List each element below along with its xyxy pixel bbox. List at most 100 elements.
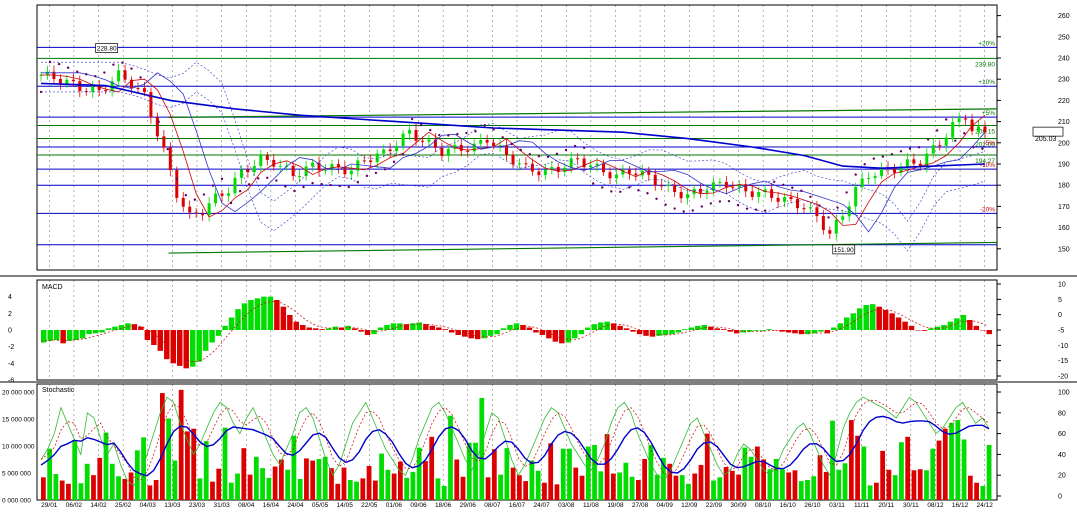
- volume-bar: [316, 458, 322, 500]
- volume-bar: [836, 469, 842, 500]
- candle-body: [938, 145, 942, 147]
- volume-bar: [398, 461, 403, 500]
- x-tick-label: 08/07: [484, 502, 501, 509]
- candle-body: [873, 175, 877, 179]
- volume-bar: [554, 484, 560, 500]
- sar-dot: [465, 131, 468, 135]
- volume-bar: [260, 468, 265, 500]
- sar-dot: [401, 153, 405, 156]
- volume-bar: [936, 440, 942, 500]
- sar-dot: [646, 192, 649, 195]
- level-value-label: 239.80: [975, 61, 995, 68]
- sar-dot: [673, 207, 676, 210]
- x-tick-label: 22/05: [361, 502, 378, 509]
- macd-histogram-bar: [669, 330, 675, 335]
- macd-histogram-bar: [274, 300, 280, 330]
- sar-dot: [356, 180, 360, 184]
- candle-body: [757, 192, 761, 197]
- sar-dot: [66, 66, 70, 69]
- candle-body: [440, 147, 444, 156]
- macd-histogram-bar: [79, 330, 86, 339]
- sar-dot: [392, 160, 396, 164]
- volume-bar: [473, 442, 478, 500]
- macd-histogram-bar: [986, 330, 992, 335]
- candle-body: [530, 163, 534, 172]
- volume-bar: [773, 458, 779, 500]
- sar-dot: [637, 189, 640, 192]
- candle-body: [783, 196, 787, 202]
- sar-dot: [899, 150, 903, 153]
- macd-histogram-bar: [449, 330, 455, 333]
- sar-dot: [700, 205, 703, 208]
- annotation-label: 151.90: [834, 247, 854, 254]
- macd-left-tick-label: 0: [8, 328, 12, 335]
- volume-bar: [986, 444, 992, 500]
- sar-dot: [166, 147, 169, 151]
- candle-body: [446, 148, 450, 156]
- chart-canvas: +20%239.80+10%+5%208.15202.00-5%194.27-1…: [0, 0, 1077, 511]
- sar-dot: [247, 183, 251, 186]
- sar-dot: [175, 177, 178, 181]
- sar-dot: [917, 146, 921, 149]
- candle-body: [983, 126, 987, 133]
- candle-body: [569, 158, 573, 168]
- x-tick-label: 16/12: [952, 502, 969, 509]
- sar-dot: [275, 179, 278, 182]
- sar-dot: [76, 70, 79, 73]
- macd-histogram-bar: [92, 330, 99, 334]
- candle-body: [181, 197, 185, 207]
- macd-histogram-bar: [287, 315, 293, 330]
- candle-body: [168, 147, 172, 171]
- sar-dot: [474, 130, 477, 133]
- x-tick-label: 03/08: [558, 502, 575, 509]
- x-tick-label: 29/06: [460, 502, 477, 509]
- level-pct-label: +20%: [978, 40, 995, 47]
- macd-histogram-bar: [429, 325, 436, 330]
- stoch-right-tick-label: 0: [1058, 494, 1062, 501]
- price-tick-label: 230: [1058, 77, 1070, 84]
- candle-body: [602, 163, 606, 173]
- volume-bar: [72, 440, 78, 500]
- stoch-right-tick-label: 100: [1058, 390, 1070, 397]
- stoch-right-tick-label: 20: [1058, 473, 1066, 480]
- macd-histogram-bar: [572, 330, 578, 339]
- volume-bar: [454, 459, 460, 500]
- candle-body: [614, 174, 618, 179]
- price-tick-label: 200: [1058, 140, 1070, 147]
- candle-body: [847, 206, 851, 217]
- candle-body: [459, 144, 463, 151]
- macd-histogram-bar: [196, 330, 202, 362]
- macd-histogram-bar: [559, 330, 565, 344]
- macd-histogram-bar: [66, 330, 73, 341]
- volume-bar: [504, 448, 510, 500]
- sar-dot: [383, 168, 387, 171]
- macd-histogram-bar: [235, 309, 241, 330]
- x-tick-label: 14/02: [90, 502, 107, 509]
- x-tick-label: 26/10: [804, 502, 821, 509]
- volume-bar: [717, 477, 723, 500]
- candle-body: [511, 154, 515, 165]
- candle-body: [71, 79, 75, 82]
- candle-body: [194, 212, 198, 214]
- x-tick-label: 11/11: [854, 502, 870, 509]
- volume-bar: [924, 470, 929, 500]
- macd-histogram-bar: [371, 330, 377, 335]
- macd-histogram-bar: [908, 325, 915, 330]
- volume-bar: [416, 447, 422, 500]
- sar-dot: [220, 177, 224, 181]
- macd-histogram-bar: [682, 329, 688, 330]
- price-tick-label: 170: [1058, 204, 1070, 211]
- volume-bar: [930, 448, 936, 500]
- volume-bar: [91, 475, 96, 500]
- x-tick-label: 08/04: [238, 502, 255, 509]
- price-tick-label: 250: [1058, 34, 1070, 41]
- volume-bar: [379, 453, 384, 500]
- macd-right-tick-label: 0: [1058, 312, 1062, 319]
- candle-body: [892, 168, 896, 173]
- candle-body: [388, 149, 392, 152]
- sar-dot: [754, 208, 758, 211]
- sar-dot: [718, 200, 722, 203]
- macd-left-tick-label: -4: [8, 361, 14, 368]
- volume-bar: [861, 446, 867, 500]
- price-tick-label: 160: [1058, 225, 1070, 232]
